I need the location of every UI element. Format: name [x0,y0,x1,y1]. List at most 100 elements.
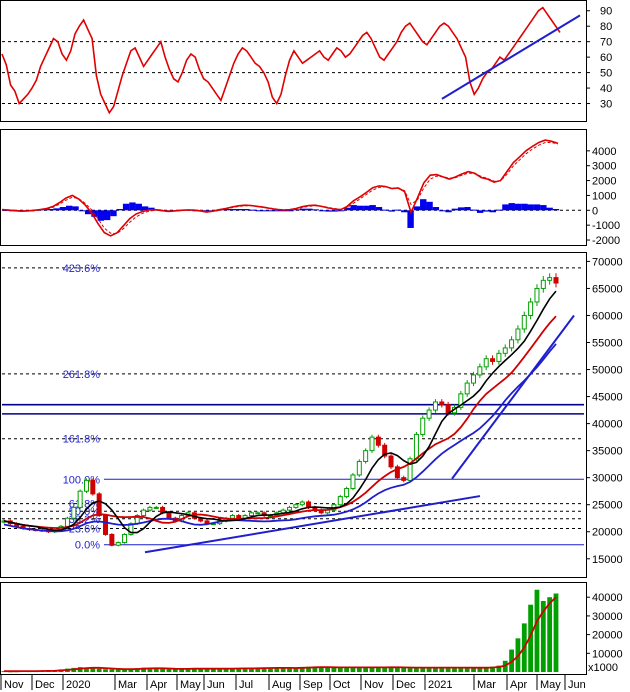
macd-histogram-bar [129,202,136,211]
x-axis-label: Aug [272,679,292,691]
candle-body [363,450,369,462]
macd-histogram-bar [540,205,547,211]
candle-body [109,533,115,546]
volume-tick-label: 10000 [592,648,623,660]
volume-bar [547,597,553,672]
macd-histogram-bar [337,210,345,212]
candle-body [147,506,153,511]
macd-histogram-bar [325,210,332,212]
candle-body [369,436,375,452]
candle-body [141,509,147,517]
volume-bar [109,669,115,672]
candle-body [96,493,102,517]
volume-bar [401,667,407,672]
x-axis-label: Jul [239,679,253,691]
candle-body [337,496,343,506]
macd-tick-label: -1000 [592,220,620,232]
candle-body [432,401,438,411]
volume-bar [363,667,369,672]
macd-histogram-bar [552,208,560,211]
rsi-line [1,6,561,115]
volume-tick-label: 20000 [592,630,623,642]
x-axis-label: 2020 [66,679,90,691]
macd-histogram-bar [420,199,427,211]
volume-panel: 40000 30000 20000 10000 [1,589,623,673]
macd-histogram-bar [426,201,433,211]
rsi-trendline [441,14,581,100]
macd-tick-label: 1000 [592,190,616,202]
volume-bar [553,593,559,672]
x-axis: Nov Dec 2020 Mar Apr May Jun Jul Aug Sep Oct Nov Dec… [0,675,586,691]
macd-histogram-bar [331,210,338,212]
price-tick-label: 45000 [592,392,623,404]
rsi-tick-label: 90 [600,6,612,18]
macd-histogram-bar [255,210,263,212]
candle-body [477,366,483,376]
candle-body [229,515,235,519]
candle-body [103,515,109,535]
macd-histogram-bar [495,209,503,211]
candle-body [375,436,381,446]
x-axis-label: Sep [303,679,323,691]
stock-chart: 90807060504030 40003000200010000-1000-20… [0,0,623,691]
macd-histogram-bar [514,203,522,211]
volume-tick-label: 30000 [592,611,623,623]
macd-histogram-bar [369,205,376,211]
price-tick-label: 65000 [592,283,623,295]
candle-body [521,314,527,330]
price-tick-label: 15000 [592,554,623,566]
volume-bar [439,667,445,672]
volume-moving-average [3,596,557,673]
x-axis-label: Nov [4,679,24,691]
volume-bar [534,589,540,672]
macd-histogram-bar [110,210,117,217]
macd-histogram-bar [306,208,313,211]
price-tick-label: 70000 [592,256,623,268]
rsi-tick-label: 60 [600,52,612,64]
macd-histogram-bar [312,209,319,211]
price-tick-label: 55000 [592,338,623,350]
candle-body [236,515,242,519]
volume-bar [115,669,121,672]
candle-body [83,479,89,492]
candle-body [401,477,407,481]
candle-body [445,404,451,414]
candle-body [464,382,470,395]
macd-histogram-bar [236,208,244,211]
x-axis-label: Nov [364,679,384,691]
macd-tick-label: 3000 [592,161,616,173]
macd-histogram-bar [470,209,478,211]
candle-body [344,487,350,498]
macd-histogram-bar [375,207,383,211]
price-tick-label: 60000 [592,310,623,322]
price-tick-label: 25000 [592,500,623,512]
macd-tick-label: 2000 [592,176,616,188]
macd-histogram-bar [382,209,389,211]
x-axis-label: Apr [150,679,167,691]
volume-unit-label: x1000 [588,662,618,674]
macd-tick-label: 4000 [592,146,616,158]
rsi-tick-label: 70 [600,37,612,49]
macd-histogram-bar [243,208,250,211]
candle-body [90,479,96,495]
volume-bar [331,667,337,672]
volume-bar [433,667,438,672]
candle-body [420,417,426,435]
rsi-tick-label: 30 [600,99,612,111]
macd-histogram-bar [97,210,105,221]
macd-histogram-bar [457,207,465,211]
candle-body [64,517,70,527]
macd-histogram-bar [502,204,509,211]
macd-histogram-bar [53,208,60,211]
macd-panel: 4000 3000 2000 1000 0 -1000 -2000 [1,139,620,247]
macd-histogram-bar [476,210,484,213]
price-tick-label: 30000 [592,473,623,485]
macd-histogram-bar [299,208,307,211]
candle-body [122,533,128,544]
macd-line [1,139,559,237]
x-axis-label: Jun [207,679,225,691]
macd-histogram-bar [401,210,408,213]
macd-histogram-bar [527,204,534,211]
macd-histogram-bar [432,207,440,211]
macd-histogram-bar [439,210,446,212]
